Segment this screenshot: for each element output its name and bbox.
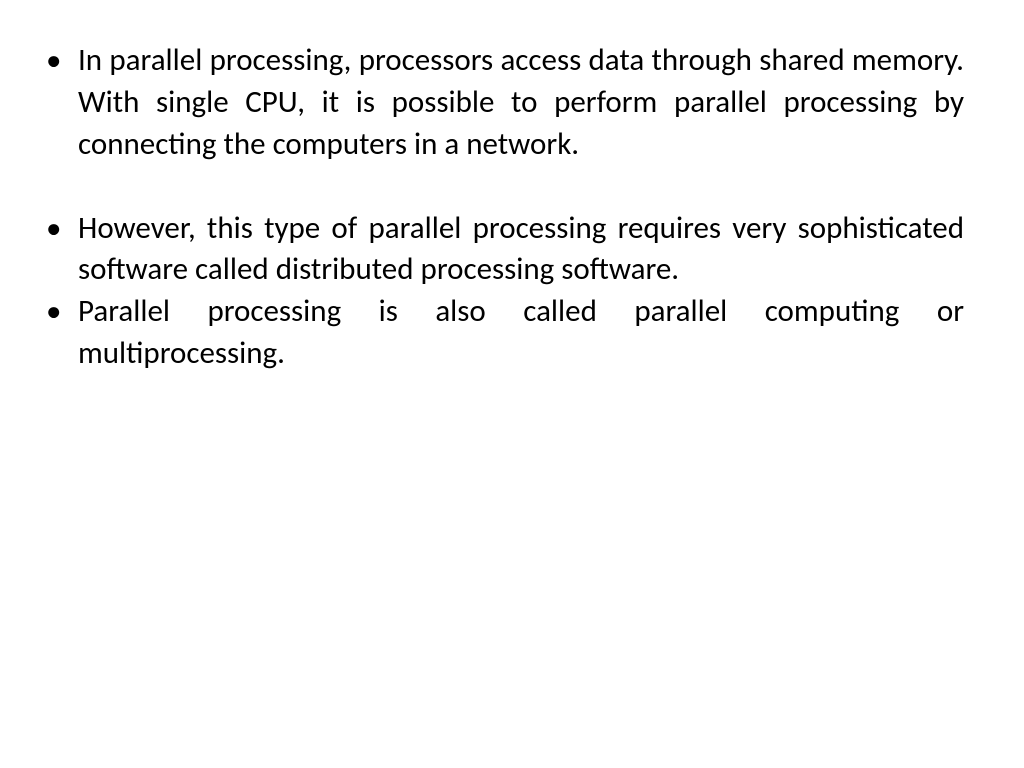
list-item: Parallel processing is also called paral…	[40, 291, 964, 375]
list-item: However, this type of parallel processin…	[40, 208, 964, 292]
list-item: In parallel processing, processors acces…	[40, 40, 964, 166]
bullet-list: In parallel processing, processors acces…	[40, 40, 964, 375]
